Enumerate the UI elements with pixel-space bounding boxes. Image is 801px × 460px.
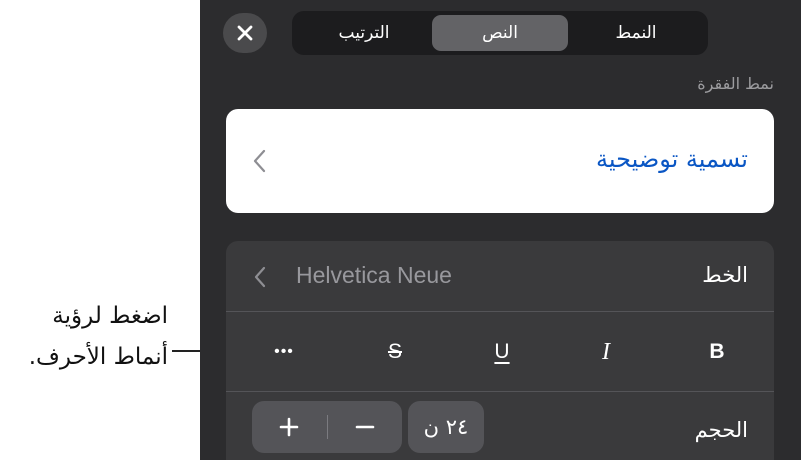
plus-icon (279, 417, 299, 437)
more-char-styles-button[interactable]: ••• (262, 329, 306, 375)
font-name-value: Helvetica Neue (296, 262, 452, 288)
tab-style[interactable]: النمط (568, 15, 704, 51)
callout-line-2: أنماط الأحرف. (28, 344, 168, 370)
decrease-size-button[interactable] (328, 401, 403, 453)
increase-size-button[interactable] (252, 401, 327, 453)
tab-text[interactable]: النص (432, 15, 568, 51)
callout-line-1: اضغط لرؤية (52, 303, 168, 329)
minus-icon (355, 425, 375, 429)
row-divider (226, 391, 774, 392)
size-label: الحجم (694, 418, 748, 442)
paragraph-style-section-label: نمط الفقرة (697, 74, 774, 93)
chevron-left-icon (254, 266, 266, 288)
format-tabs: الترتيب النص النمط (292, 11, 708, 55)
font-size-value[interactable]: ٢٤ ن (408, 401, 484, 453)
row-divider (226, 311, 774, 312)
callout-text: اضغط لرؤية أنماط الأحرف. (0, 296, 168, 378)
tab-arrange[interactable]: الترتيب (296, 15, 432, 51)
paragraph-style-button[interactable]: تسمية توضيحية (226, 109, 774, 213)
font-settings-card: الخط Helvetica Neue B I U S ••• الحجم ٢٤… (226, 241, 774, 460)
font-size-stepper (252, 401, 402, 453)
close-button[interactable] (223, 13, 267, 53)
underline-button[interactable]: U (480, 329, 524, 375)
close-icon (237, 25, 253, 41)
format-panel: الترتيب النص النمط نمط الفقرة تسمية توضي… (200, 0, 801, 460)
bold-button[interactable]: B (695, 329, 739, 375)
strikethrough-button[interactable]: S (373, 329, 417, 375)
paragraph-style-value: تسمية توضيحية (595, 145, 748, 173)
font-label: الخط (702, 263, 748, 287)
chevron-left-icon (253, 149, 266, 173)
italic-button[interactable]: I (584, 329, 628, 375)
